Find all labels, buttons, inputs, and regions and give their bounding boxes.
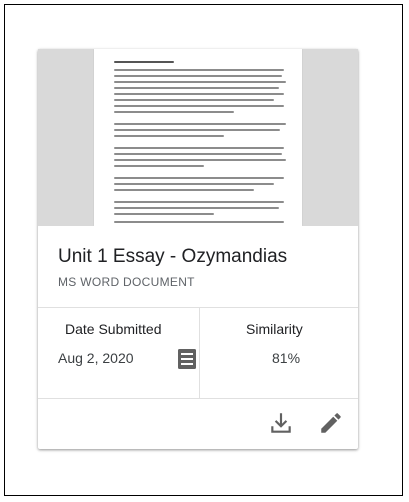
document-thumbnail[interactable] bbox=[38, 49, 358, 226]
document-type: MS WORD DOCUMENT bbox=[58, 275, 195, 289]
submission-card[interactable]: Unit 1 Essay - Ozymandias MS WORD DOCUME… bbox=[38, 49, 358, 449]
document-preview-page bbox=[94, 49, 302, 226]
date-submitted-value: Aug 2, 2020 bbox=[58, 350, 134, 366]
document-icon[interactable] bbox=[178, 349, 196, 369]
document-title[interactable]: Unit 1 Essay - Ozymandias bbox=[58, 246, 287, 268]
stats-divider bbox=[199, 308, 200, 398]
card-stats: Date Submitted Aug 2, 2020 Similarity 81… bbox=[38, 307, 358, 399]
card-header: Unit 1 Essay - Ozymandias MS WORD DOCUME… bbox=[38, 226, 358, 295]
similarity-value[interactable]: 81% bbox=[272, 350, 300, 366]
date-submitted-label: Date Submitted bbox=[65, 321, 162, 337]
similarity-label: Similarity bbox=[246, 321, 303, 337]
pencil-icon[interactable] bbox=[318, 410, 344, 436]
download-icon[interactable] bbox=[268, 410, 294, 436]
card-actions bbox=[38, 398, 358, 449]
